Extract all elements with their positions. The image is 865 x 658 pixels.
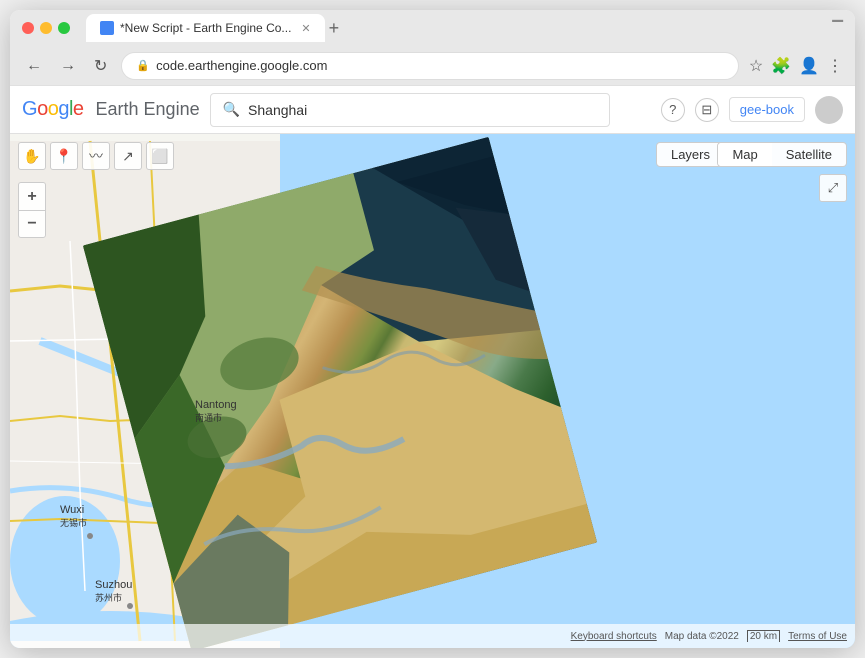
header-right: ? ⊟ gee-book bbox=[661, 96, 843, 124]
marker-tool-button[interactable]: 📍 bbox=[50, 142, 78, 170]
zoom-in-button[interactable]: + bbox=[18, 182, 46, 210]
tab-favicon bbox=[100, 21, 114, 35]
fullscreen-button[interactable]: ⤢ bbox=[819, 174, 847, 202]
arrow-tool-button[interactable]: ↗ bbox=[114, 142, 142, 170]
zoom-controls: + − bbox=[18, 182, 46, 238]
search-input-value: Shanghai bbox=[248, 102, 307, 118]
more-options-icon[interactable]: ⋮ bbox=[827, 56, 843, 76]
address-input[interactable]: 🔒 code.earthengine.google.com bbox=[121, 52, 738, 80]
map-type-map-button[interactable]: Map bbox=[718, 143, 771, 166]
app-header: Google Earth Engine 🔍 Shanghai ? ⊟ gee-b… bbox=[10, 86, 855, 134]
gee-book-button[interactable]: gee-book bbox=[729, 97, 805, 122]
new-tab-button[interactable]: + bbox=[329, 19, 340, 37]
profile-icon[interactable]: 👤 bbox=[799, 56, 819, 76]
refresh-button[interactable]: ↻ bbox=[90, 54, 111, 78]
help-button[interactable]: ? bbox=[661, 98, 685, 122]
tab-bar: *New Script - Earth Engine Co... ✕ + bbox=[86, 14, 824, 42]
map-type-satellite-button[interactable]: Satellite bbox=[772, 143, 846, 166]
map-container[interactable]: Wuxi无锡市 Suzhou苏州市 Nantong南通市 Jiaxing bbox=[10, 134, 855, 648]
app-title: Earth Engine bbox=[96, 99, 200, 120]
user-avatar[interactable] bbox=[815, 96, 843, 124]
tab-label: *New Script - Earth Engine Co... bbox=[120, 21, 291, 35]
map-data-attribution: Map data ©2022 bbox=[665, 631, 739, 642]
window-controls: ▔ bbox=[832, 20, 843, 37]
line-tool-button[interactable]: 〰 bbox=[82, 142, 110, 170]
scale-indicator: 20 km bbox=[747, 631, 780, 642]
extensions-icon[interactable]: 🧩 bbox=[771, 56, 791, 76]
google-logo: Google bbox=[22, 98, 84, 121]
map-bottom-bar: Keyboard shortcuts Map data ©2022 20 km … bbox=[10, 624, 855, 648]
title-bar: *New Script - Earth Engine Co... ✕ + ▔ bbox=[10, 10, 855, 46]
tab-close-icon[interactable]: ✕ bbox=[301, 22, 310, 35]
traffic-lights bbox=[22, 22, 70, 34]
lock-icon: 🔒 bbox=[136, 59, 150, 72]
close-button[interactable] bbox=[22, 22, 34, 34]
rectangle-tool-button[interactable]: ⬜ bbox=[146, 142, 174, 170]
back-button[interactable]: ← bbox=[22, 55, 46, 77]
search-icon: 🔍 bbox=[223, 101, 240, 118]
map-type-toggle: Map Satellite bbox=[717, 142, 847, 167]
forward-button[interactable]: → bbox=[56, 55, 80, 77]
address-bar: ← → ↻ 🔒 code.earthengine.google.com ☆ 🧩 … bbox=[10, 46, 855, 86]
url-text: code.earthengine.google.com bbox=[156, 58, 327, 73]
search-box[interactable]: 🔍 Shanghai bbox=[210, 93, 610, 127]
browser-window: *New Script - Earth Engine Co... ✕ + ▔ ←… bbox=[10, 10, 855, 648]
active-tab[interactable]: *New Script - Earth Engine Co... ✕ bbox=[86, 14, 325, 42]
browser-toolbar: ☆ 🧩 👤 ⋮ bbox=[749, 56, 843, 76]
layers-button[interactable]: Layers bbox=[656, 142, 725, 167]
minimize-button[interactable] bbox=[40, 22, 52, 34]
keyboard-shortcuts-link[interactable]: Keyboard shortcuts bbox=[571, 631, 657, 642]
zoom-out-button[interactable]: − bbox=[18, 210, 46, 238]
maximize-button[interactable] bbox=[58, 22, 70, 34]
bookmark-star-icon[interactable]: ☆ bbox=[749, 56, 763, 76]
terms-of-use-link[interactable]: Terms of Use bbox=[788, 631, 847, 642]
map-toolbar: ✋ 📍 〰 ↗ ⬜ bbox=[18, 142, 174, 170]
docs-button[interactable]: ⊟ bbox=[695, 98, 719, 122]
hand-tool-button[interactable]: ✋ bbox=[18, 142, 46, 170]
